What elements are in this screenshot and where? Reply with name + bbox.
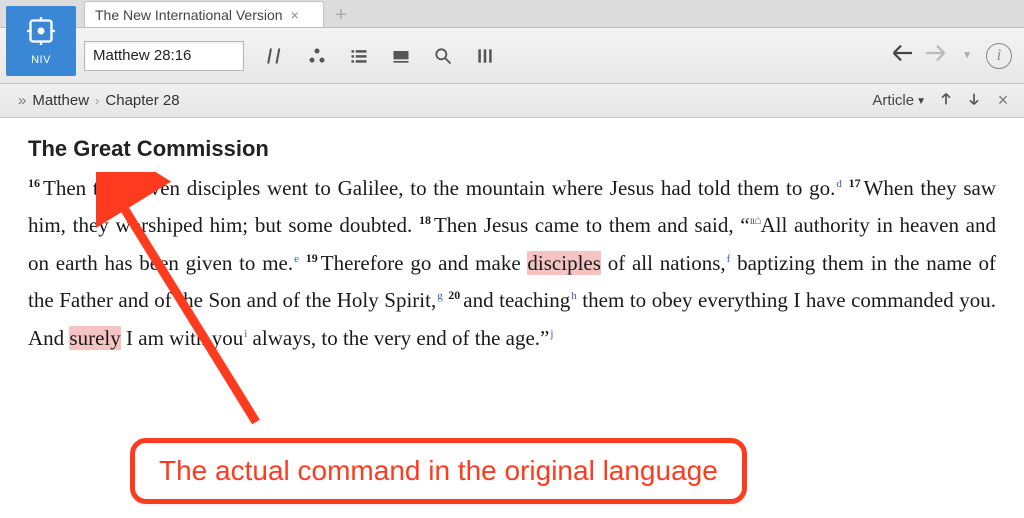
highlighted-word: disciples bbox=[527, 251, 601, 275]
annotation-callout: The actual command in the original langu… bbox=[130, 438, 747, 504]
tab-title: The New International Version bbox=[95, 7, 283, 23]
reference-input[interactable] bbox=[84, 41, 244, 71]
parallel-icon[interactable] bbox=[264, 45, 286, 67]
search-icon[interactable] bbox=[432, 45, 454, 67]
reading-icon[interactable] bbox=[390, 45, 412, 67]
words-of-christ-marker: ıı⌂ bbox=[750, 213, 761, 227]
verse-text: Then Jesus came to them and said, “ bbox=[434, 213, 750, 237]
chevron-right-icon: › bbox=[89, 93, 105, 108]
verse-number: 20 bbox=[448, 288, 460, 302]
verse-number: 18 bbox=[419, 213, 431, 227]
info-icon[interactable]: i bbox=[986, 43, 1012, 69]
close-panel-icon[interactable]: × bbox=[994, 90, 1012, 111]
view-mode-label: Article bbox=[872, 92, 914, 109]
view-mode-dropdown[interactable]: Article▼ bbox=[872, 92, 926, 109]
related-icon[interactable] bbox=[306, 45, 328, 67]
history-nav: ▼ i bbox=[890, 43, 1012, 69]
verse-text: Then the eleven disciples went to Galile… bbox=[43, 176, 835, 200]
passage-text: 16Then the eleven disciples went to Gali… bbox=[28, 170, 996, 357]
caret-down-icon: ▼ bbox=[916, 96, 926, 107]
target-icon bbox=[27, 17, 55, 50]
breadcrumb-bar: » Matthew › Chapter 28 Article▼ × bbox=[0, 84, 1024, 118]
outline-icon[interactable] bbox=[348, 45, 370, 67]
next-button[interactable] bbox=[966, 91, 982, 111]
previous-button[interactable] bbox=[938, 91, 954, 111]
footnote-ref[interactable]: g bbox=[437, 290, 443, 302]
verse-number: 16 bbox=[28, 176, 40, 190]
columns-icon[interactable] bbox=[474, 45, 496, 67]
tab-strip: The New International Version × + bbox=[0, 0, 1024, 28]
close-icon[interactable]: × bbox=[291, 8, 299, 22]
toolbar: ▼ i bbox=[0, 28, 1024, 84]
section-heading: The Great Commission bbox=[28, 136, 996, 162]
verse-number: 19 bbox=[306, 251, 318, 265]
footnote-ref[interactable]: e bbox=[294, 253, 299, 265]
verse-text: of all nations, bbox=[601, 251, 726, 275]
breadcrumb-chapter[interactable]: Chapter 28 bbox=[105, 92, 179, 109]
chevron-right-icon[interactable]: » bbox=[12, 92, 32, 109]
new-tab-button[interactable]: + bbox=[328, 4, 354, 27]
history-menu-icon[interactable]: ▼ bbox=[962, 50, 972, 61]
verse-text: and teaching bbox=[463, 288, 570, 312]
breadcrumb-book[interactable]: Matthew bbox=[32, 92, 89, 109]
forward-button[interactable] bbox=[926, 44, 948, 67]
verse-number: 17 bbox=[849, 176, 861, 190]
verse-text: I am with you bbox=[121, 326, 243, 350]
sidebar-version-tile[interactable]: NIV bbox=[6, 6, 76, 76]
toolbar-icons bbox=[264, 45, 496, 67]
annotation-text: The actual command in the original langu… bbox=[159, 455, 718, 487]
footnote-ref[interactable]: d bbox=[836, 178, 842, 190]
sidebar-version-label: NIV bbox=[31, 54, 51, 66]
verse-text: always, to the very end of the age.” bbox=[247, 326, 549, 350]
verse-text: Therefore go and make bbox=[321, 251, 528, 275]
highlighted-word: surely bbox=[69, 326, 120, 350]
footnote-ref[interactable]: j bbox=[550, 328, 553, 340]
tab-active[interactable]: The New International Version × bbox=[84, 1, 324, 27]
back-button[interactable] bbox=[890, 44, 912, 67]
